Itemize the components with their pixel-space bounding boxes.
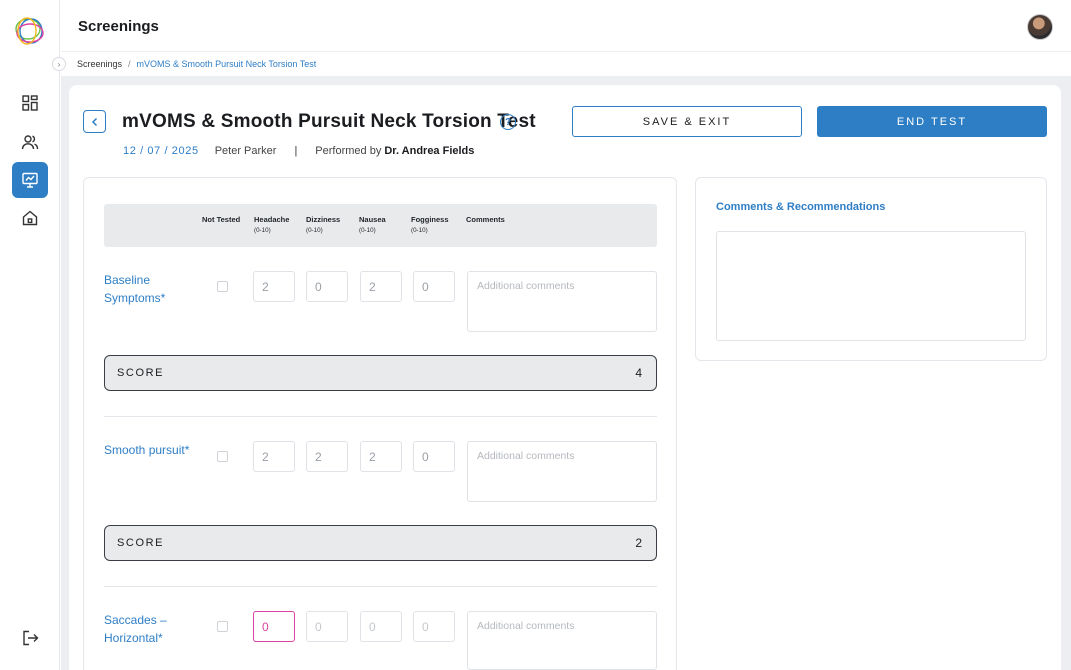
nausea-input[interactable]: 0 (360, 611, 402, 642)
breadcrumb-root[interactable]: Screenings (77, 59, 122, 69)
sidebar-item-screenings[interactable] (12, 162, 48, 198)
recommendations-title: Comments & Recommendations (716, 201, 886, 213)
row-divider (104, 416, 657, 417)
score-value: 2 (635, 536, 642, 550)
column-header-nausea: Nausea (0-10) (359, 215, 386, 234)
app-logo[interactable] (12, 14, 48, 48)
meta-divider: | (294, 145, 298, 157)
headache-input[interactable]: 2 (253, 441, 295, 472)
dashboard-icon (22, 95, 38, 111)
score-bar: SCORE 4 (104, 355, 657, 391)
column-header-not-tested: Not Tested (202, 215, 241, 224)
logout-icon (23, 630, 39, 646)
chevron-right-icon: › (57, 59, 61, 69)
app-title: Screenings (78, 18, 159, 35)
score-label: SCORE (117, 367, 165, 379)
dizziness-input[interactable]: 0 (306, 611, 348, 642)
dizziness-input[interactable]: 2 (306, 441, 348, 472)
comments-input[interactable]: Additional comments (467, 271, 657, 332)
headache-input[interactable]: 0 (253, 611, 295, 642)
fogginess-input[interactable]: 0 (413, 271, 455, 302)
sidebar-collapse-button[interactable]: › (52, 57, 66, 71)
not-tested-checkbox[interactable] (217, 281, 228, 292)
row-label-smooth-pursuit: Smooth pursuit* (104, 443, 190, 457)
sidebar-item-users[interactable] (12, 124, 48, 160)
fogginess-input[interactable]: 0 (413, 611, 455, 642)
breadcrumb-separator: / (128, 59, 131, 69)
score-value: 4 (635, 366, 642, 380)
not-tested-checkbox[interactable] (217, 621, 228, 632)
row-label-baseline: Baseline Symptoms* (104, 273, 166, 305)
headache-input[interactable]: 2 (253, 271, 295, 302)
users-icon (21, 135, 39, 150)
performer-name: Dr. Andrea Fields (384, 145, 475, 157)
test-meta: 12 / 07 / 2025 Peter Parker | Performed … (123, 145, 474, 157)
chevron-left-icon (91, 117, 97, 126)
comments-input[interactable]: Additional comments (467, 441, 657, 502)
row-label-saccades-horizontal: Saccades – Horizontal* (104, 613, 167, 645)
sidebar-item-dashboard[interactable] (12, 85, 48, 121)
save-exit-button[interactable]: SAVE & EXIT (572, 106, 802, 137)
end-test-button[interactable]: END TEST (817, 106, 1047, 137)
column-header-headache: Headache (0-10) (254, 215, 290, 234)
patient-name: Peter Parker (214, 145, 277, 157)
column-header-comments: Comments (466, 215, 505, 224)
dizziness-input[interactable]: 0 (306, 271, 348, 302)
test-panel (83, 177, 677, 670)
nausea-input[interactable]: 2 (360, 271, 402, 302)
logout-button[interactable] (12, 620, 48, 656)
page-title: mVOMS & Smooth Pursuit Neck Torsion Test (122, 111, 536, 132)
nausea-input[interactable]: 2 (360, 441, 402, 472)
fogginess-input[interactable]: 0 (413, 441, 455, 472)
avatar[interactable] (1027, 14, 1053, 40)
column-header-fogginess: Fogginess (0-10) (411, 215, 449, 234)
score-bar: SCORE 2 (104, 525, 657, 561)
comments-input[interactable]: Additional comments (467, 611, 657, 670)
top-bar: Screenings (61, 0, 1071, 52)
not-tested-checkbox[interactable] (217, 451, 228, 462)
monitor-icon (22, 172, 38, 188)
column-header-dizziness: Dizziness (0-10) (306, 215, 341, 234)
home-icon (22, 210, 38, 226)
score-label: SCORE (117, 537, 165, 549)
breadcrumb-current: mVOMS & Smooth Pursuit Neck Torsion Test (136, 59, 317, 69)
back-button[interactable] (83, 110, 106, 133)
sidebar (0, 0, 60, 670)
help-icon[interactable]: ? (500, 114, 516, 130)
sidebar-item-home[interactable] (12, 200, 48, 236)
test-date: 12 / 07 / 2025 (123, 145, 199, 157)
breadcrumb: Screenings / mVOMS & Smooth Pursuit Neck… (77, 59, 316, 69)
performed-by-label: Performed by (315, 145, 382, 157)
row-divider (104, 586, 657, 587)
recommendations-textarea[interactable] (716, 231, 1026, 341)
